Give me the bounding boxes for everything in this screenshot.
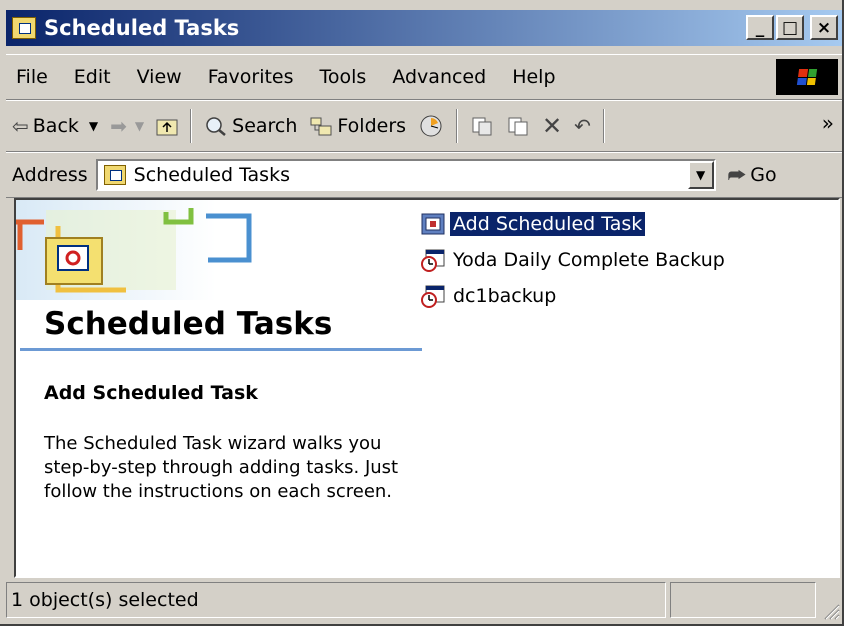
explorer-window: Scheduled Tasks _ □ × File Edit View Fav… xyxy=(0,0,844,626)
web-view-panel: Scheduled Tasks Add Scheduled Task The S… xyxy=(16,200,422,576)
go-arrow-icon: ⮫ xyxy=(727,163,747,187)
toolbar-separator xyxy=(456,109,459,143)
resize-grip-icon[interactable] xyxy=(820,600,840,620)
page-title: Scheduled Tasks xyxy=(44,306,333,342)
minimize-icon: _ xyxy=(755,17,765,38)
address-input[interactable]: Scheduled Tasks ▼ xyxy=(95,159,716,191)
scheduled-tasks-folder-icon xyxy=(103,165,126,185)
folders-label: Folders xyxy=(337,115,407,137)
menu-bar: File Edit View Favorites Tools Advanced … xyxy=(6,54,842,100)
go-label: Go xyxy=(750,164,777,186)
folder-view: Scheduled Tasks Add Scheduled Task The S… xyxy=(14,198,840,578)
scheduled-task-icon xyxy=(421,249,445,272)
folders-button[interactable]: Folders xyxy=(303,115,412,137)
heading-divider xyxy=(20,348,422,351)
copy-to-button[interactable] xyxy=(500,115,536,137)
address-value: Scheduled Tasks xyxy=(133,164,290,186)
back-button[interactable]: ⇦ Back ▼ xyxy=(6,114,104,138)
scheduled-task-icon xyxy=(421,285,445,308)
title-bar[interactable]: Scheduled Tasks _ □ × xyxy=(6,10,842,46)
windows-logo-icon xyxy=(776,59,838,95)
address-dropdown-button[interactable]: ▼ xyxy=(687,161,714,189)
menu-view[interactable]: View xyxy=(124,66,195,88)
address-bar: Address Scheduled Tasks ▼ ⮫ Go xyxy=(6,152,842,198)
standard-toolbar: ⇦ Back ▼ ➡ ▼ Search Folders ✕ ↶ » xyxy=(6,100,842,152)
move-to-button[interactable] xyxy=(464,115,500,137)
move-to-icon xyxy=(472,117,492,136)
status-text: 1 object(s) selected xyxy=(6,582,666,618)
caption-buttons: _ □ × xyxy=(746,15,838,40)
back-label: Back xyxy=(32,115,79,137)
toolbar-overflow-chevron[interactable]: » xyxy=(822,111,834,135)
search-icon xyxy=(206,117,226,136)
delete-icon: ✕ xyxy=(542,112,563,140)
window-title: Scheduled Tasks xyxy=(44,16,240,40)
menu-edit[interactable]: Edit xyxy=(61,66,124,88)
history-button[interactable] xyxy=(412,114,450,138)
list-item[interactable]: dc1backup xyxy=(420,278,728,314)
folders-icon xyxy=(310,117,332,136)
status-bar: 1 object(s) selected xyxy=(6,582,842,622)
go-button[interactable]: ⮫ Go xyxy=(728,163,777,187)
history-icon xyxy=(420,115,442,137)
scheduled-tasks-folder-icon xyxy=(12,17,36,39)
forward-dropdown-icon[interactable]: ▼ xyxy=(135,119,144,133)
menu-favorites[interactable]: Favorites xyxy=(195,66,307,88)
list-item-label: Add Scheduled Task xyxy=(450,212,646,236)
undo-button[interactable]: ↶ xyxy=(568,114,597,138)
menu-file[interactable]: File xyxy=(6,66,61,88)
menu-help[interactable]: Help xyxy=(499,66,568,88)
list-item-label: dc1backup xyxy=(453,285,557,307)
toolbar-separator xyxy=(190,109,193,143)
address-label: Address xyxy=(12,164,88,186)
forward-button[interactable]: ➡ ▼ xyxy=(104,114,150,138)
close-icon: × xyxy=(816,17,832,38)
minimize-button[interactable]: _ xyxy=(746,15,774,40)
folder-banner-art xyxy=(16,200,252,300)
delete-button[interactable]: ✕ xyxy=(536,112,568,140)
back-dropdown-icon[interactable]: ▼ xyxy=(89,119,98,133)
copy-to-icon xyxy=(508,117,528,136)
back-arrow-icon: ⇦ xyxy=(12,114,29,138)
maximize-button[interactable]: □ xyxy=(776,15,804,40)
search-label: Search xyxy=(232,115,298,137)
selected-item-description: The Scheduled Task wizard walks you step… xyxy=(44,433,399,502)
close-button[interactable]: × xyxy=(810,15,838,40)
selected-item-title: Add Scheduled Task xyxy=(44,382,258,404)
search-button[interactable]: Search xyxy=(198,115,303,137)
undo-icon: ↶ xyxy=(574,114,591,138)
up-folder-icon xyxy=(156,119,178,136)
forward-arrow-icon: ➡ xyxy=(110,114,127,138)
status-pane-zone xyxy=(670,582,816,618)
list-item[interactable]: Add Scheduled Task xyxy=(420,206,728,242)
maximize-icon: □ xyxy=(781,17,799,38)
chevron-down-icon: ▼ xyxy=(696,168,706,182)
file-list: Add Scheduled Task Yoda Daily Complete B… xyxy=(420,206,728,314)
menu-advanced[interactable]: Advanced xyxy=(379,66,499,88)
menu-tools[interactable]: Tools xyxy=(307,66,380,88)
list-item[interactable]: Yoda Daily Complete Backup xyxy=(420,242,728,278)
toolbar-separator xyxy=(602,109,605,143)
add-task-icon xyxy=(421,213,445,235)
list-item-label: Yoda Daily Complete Backup xyxy=(453,249,725,271)
up-folder-button[interactable] xyxy=(150,116,184,136)
